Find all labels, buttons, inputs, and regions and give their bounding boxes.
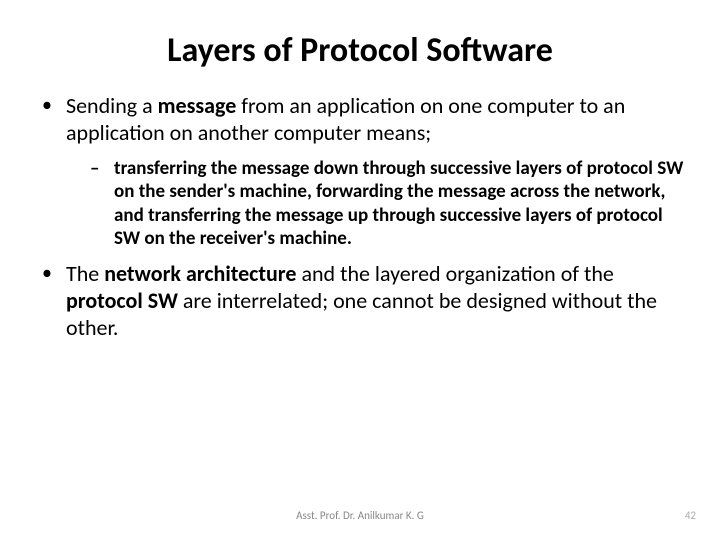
sub-seg-2b: forwarding the message across the networ… [316,180,660,203]
sub-seg-3c: . [347,227,352,250]
footer-author: Asst. Prof. Dr. Anilkumar K. G [0,509,720,522]
b2-p1: The [66,260,104,287]
bullet-1-text-bold: message [158,92,237,119]
slide-title: Layers of Protocol Software [36,30,684,71]
b2-b1: network architecture [104,260,296,287]
b2-p2: and the layered organization of the [296,260,613,287]
page-number: 42 [685,509,696,522]
sub-seg-3b: transferring the message up through succ… [114,204,663,251]
bullet-1: Sending a message from an application on… [36,93,684,251]
bullet-list: Sending a message from an application on… [36,93,684,341]
b2-b2: protocol SW [66,287,178,314]
bullet-1-text-pre: Sending a [66,92,158,119]
sub-bullet-list: transferring the message down through su… [66,157,684,251]
sub-bullet-1: transferring the message down through su… [66,157,684,251]
bullet-2: The network architecture and the layered… [36,261,684,341]
slide: Layers of Protocol Software Sending a me… [0,0,720,540]
sub-seg-1c: , [307,180,316,203]
